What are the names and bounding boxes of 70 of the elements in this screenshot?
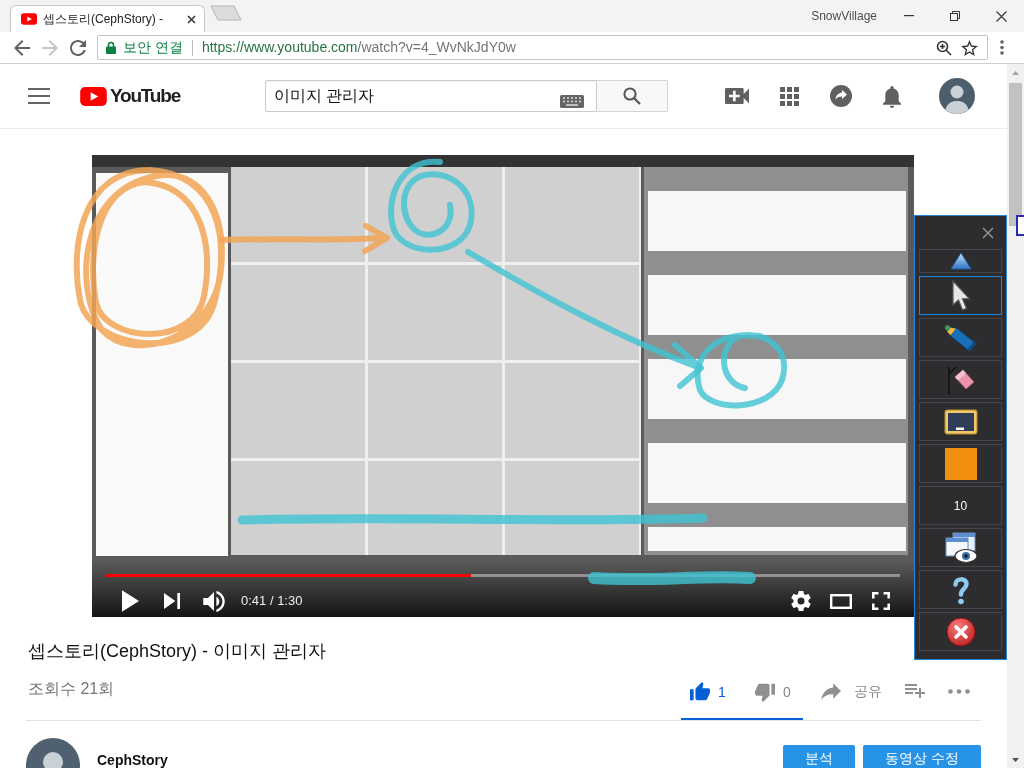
share-arrow-icon (821, 682, 841, 700)
color-button[interactable] (919, 444, 1002, 483)
thumbs-up-icon (690, 682, 710, 702)
zoom-icon[interactable] (936, 39, 952, 56)
back-icon[interactable] (14, 39, 30, 56)
size-button[interactable]: 10 (919, 486, 1002, 525)
browser-tab[interactable]: 셉스토리(CephStory) - (10, 5, 205, 32)
cursor-icon (950, 279, 971, 312)
video-title: 셉스토리(CephStory) - 이미지 관리자 (28, 641, 327, 661)
volume-icon[interactable] (203, 590, 225, 612)
apps-grid-icon[interactable] (780, 86, 799, 106)
share-button[interactable]: 공유 (808, 671, 882, 711)
next-icon[interactable] (164, 593, 180, 609)
search-button[interactable] (597, 80, 668, 112)
triangle-icon (949, 252, 972, 270)
edit-video-button[interactable]: 동영상 수정 (863, 745, 981, 768)
bell-icon[interactable] (883, 84, 901, 108)
marker-icon (942, 322, 979, 353)
close-icon[interactable] (187, 14, 196, 24)
scrollbar-track[interactable] (1007, 64, 1024, 768)
star-icon[interactable] (961, 39, 978, 56)
more-icon[interactable] (948, 688, 970, 694)
dislike-button[interactable]: 0 (742, 672, 803, 712)
progress-track[interactable] (106, 574, 900, 577)
theater-mode-icon[interactable] (830, 593, 852, 609)
search-field[interactable]: 이미지 관리자 (265, 80, 597, 112)
tool-button[interactable] (919, 612, 1002, 651)
arrow-circle-icon[interactable] (830, 85, 852, 107)
menu-dots-icon[interactable] (1000, 40, 1004, 55)
analytics-button[interactable]: 분석 (783, 745, 856, 768)
time-display: 0:41 / 1:30 (241, 592, 303, 611)
blackboard-icon (943, 408, 978, 435)
view-count: 조회수 21회 (28, 679, 115, 699)
scrollbar-thumb[interactable] (1009, 83, 1022, 226)
scroll-down-icon[interactable] (1012, 757, 1019, 762)
youtube-logo[interactable]: YouTube (80, 81, 181, 111)
close-circle-icon (945, 616, 976, 647)
play-icon[interactable] (121, 590, 139, 612)
tool-button[interactable] (919, 570, 1002, 609)
video-camera-icon[interactable] (725, 88, 749, 104)
add-to-playlist-icon[interactable] (904, 684, 926, 698)
window-eye-icon (943, 531, 978, 564)
toggle-button[interactable] (919, 249, 1002, 273)
play-logo-icon (80, 86, 107, 106)
channel-name[interactable]: CephStory (97, 750, 168, 768)
lock-icon (106, 41, 116, 54)
minimize-icon[interactable] (904, 15, 914, 17)
tool-button[interactable] (919, 528, 1002, 567)
settings-icon[interactable] (791, 591, 811, 611)
avatar-icon[interactable] (939, 78, 975, 114)
reload-icon[interactable] (70, 39, 86, 56)
restore-icon[interactable] (950, 11, 960, 21)
security-label: 보안 연결 (123, 38, 183, 57)
floating-dialog (1016, 215, 1024, 236)
play-logo-icon (21, 13, 37, 25)
tool-button[interactable] (919, 276, 1002, 315)
fullscreen-icon[interactable] (872, 592, 890, 610)
menu-icon[interactable] (28, 88, 50, 104)
tool-button[interactable] (919, 402, 1002, 441)
eraser-icon (945, 364, 976, 395)
help-icon (950, 574, 971, 605)
close-icon[interactable] (995, 10, 1007, 22)
profile-name[interactable]: SnowVillage (811, 7, 877, 25)
address-bar[interactable]: 보안 연결 https://www.youtube.com/watch?v=4_WvNkJdY0w (97, 35, 988, 60)
search-icon (623, 87, 641, 105)
tool-button[interactable] (919, 360, 1002, 399)
avatar-icon[interactable] (26, 738, 80, 768)
thumbs-down-icon (755, 682, 775, 702)
like-button[interactable]: 1 (681, 672, 742, 712)
url-text[interactable]: https://www.youtube.com/watch?v=4_WvNkJdY0w (201, 37, 516, 58)
